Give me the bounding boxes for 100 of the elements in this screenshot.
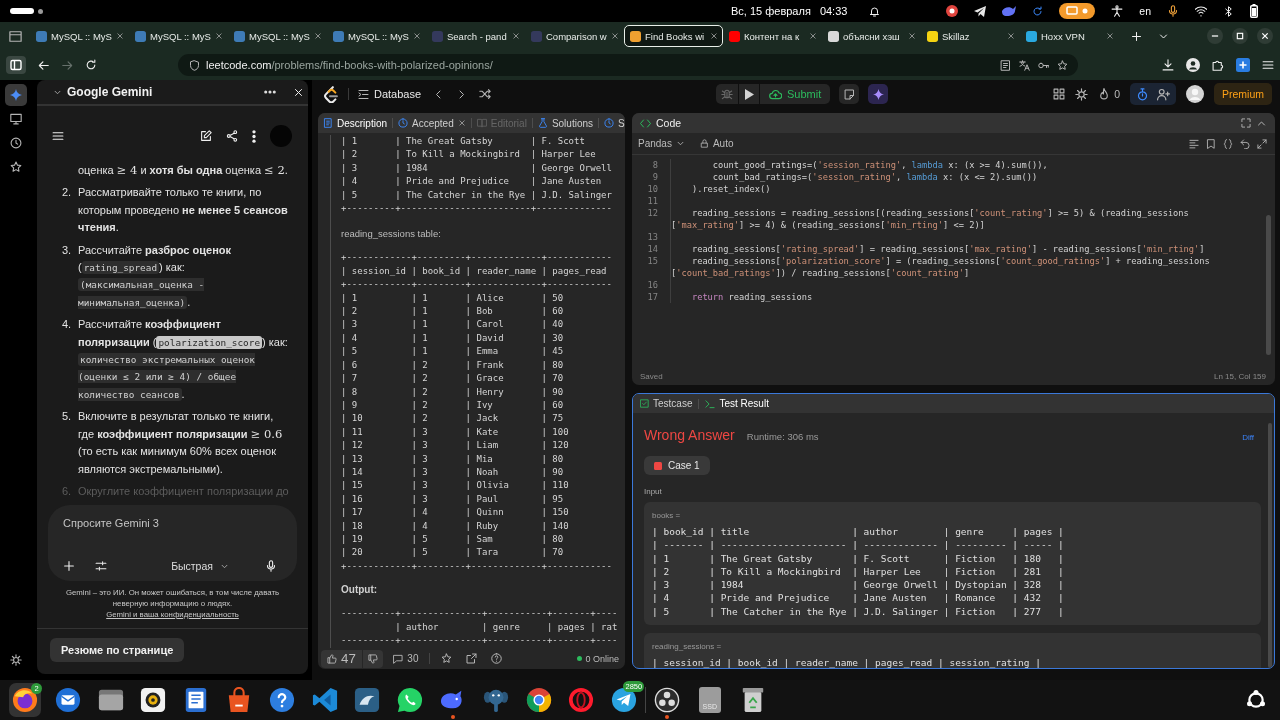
plus-tile-icon[interactable] [1236,58,1250,72]
maximize-button[interactable] [1232,28,1248,44]
browser-tab[interactable]: Hoxx VPN [1020,25,1119,47]
browser-tab[interactable]: Контент на к [723,25,822,47]
menu-icon[interactable] [52,130,64,142]
dislike-button[interactable] [363,649,384,668]
workspace-dot[interactable] [38,8,43,14]
layout-grid-icon[interactable] [1053,88,1066,100]
format-icon[interactable] [1189,138,1199,149]
browser-tab[interactable]: Comparison w [525,25,624,47]
scrollbar-thumb[interactable] [1266,215,1271,355]
menu-icon[interactable] [1262,59,1274,71]
panel-tab[interactable]: Test Result [705,398,769,409]
bluetooth-icon[interactable] [1223,5,1234,17]
puzzle-icon[interactable] [1212,59,1224,71]
panel-tab[interactable]: Solutions [537,117,593,129]
translate-icon[interactable] [1019,59,1030,71]
back-icon[interactable] [37,58,50,72]
sidebar-toggle-button[interactable] [6,56,26,74]
active-workspace-pill[interactable] [10,8,34,14]
timer-icon[interactable] [1136,87,1149,101]
keyboard-language[interactable]: en [1139,5,1151,17]
sliders-icon[interactable] [95,560,107,572]
screen-share-icon[interactable] [1059,3,1096,19]
account-icon[interactable] [1186,58,1200,72]
summarize-page-button[interactable]: Резюме по странице [50,638,185,662]
bell-icon[interactable] [869,5,881,17]
braces-icon[interactable] [1223,138,1233,149]
avatar-icon[interactable] [1186,85,1204,103]
share-icon[interactable] [466,653,478,664]
browser-tab[interactable]: MySQL :: MyS [30,25,129,47]
browser-tab[interactable]: MySQL :: MyS [228,25,327,47]
diff-link[interactable]: Diff [1242,433,1254,442]
new-tab-icon[interactable] [1131,30,1142,42]
wifi-icon[interactable] [1195,5,1207,17]
browser-tab[interactable]: Search - pand [426,25,525,47]
browser-tab[interactable]: MySQL :: MyS [327,25,426,47]
close-button[interactable] [1257,28,1273,44]
sync-icon[interactable] [1032,5,1044,17]
scrollbar-thumb[interactable] [1268,423,1272,668]
case-tab[interactable]: Case 1 [644,456,710,475]
notes-button[interactable] [839,84,860,104]
problem-list-button[interactable]: Database [358,88,422,100]
star-icon[interactable] [441,653,453,664]
panel-tab[interactable]: Description [323,117,388,129]
browser-tab[interactable]: Skillaz [921,25,1020,47]
maximize-icon[interactable] [1241,118,1251,128]
prompt-field[interactable]: Спросите Gemini 3 Быстрая [48,505,297,581]
autosave-mode[interactable]: Auto [712,138,734,149]
sidebar-tab[interactable] [5,84,27,106]
time-text[interactable]: 04:33 [819,5,848,17]
browser-tab[interactable]: объясни хэш [822,25,921,47]
panel-tab[interactable]: Testcase [640,398,693,409]
logo-icon[interactable] [323,85,338,103]
record-icon[interactable] [946,5,959,17]
settings-icon[interactable] [1075,87,1089,101]
star-icon[interactable] [1057,59,1068,71]
more-vertical-icon[interactable] [252,129,256,143]
run-button[interactable] [739,84,759,104]
download-icon[interactable] [1162,59,1174,71]
whale-icon[interactable] [1002,6,1017,16]
panel-tab[interactable]: Accepted [398,117,466,129]
date-text[interactable]: Вс, 15 февраля [731,5,811,17]
plus-icon[interactable] [63,560,75,572]
ai-assist-button[interactable] [868,84,889,104]
help-icon[interactable] [491,653,503,664]
expand-icon[interactable] [1257,138,1267,149]
shield-icon[interactable] [189,59,200,71]
debug-button[interactable] [716,84,738,104]
address-field[interactable]: leetcode.com/problems/find-books-with-polarized-opinions/ [178,54,1078,76]
browser-tab[interactable]: Find Books wi [624,25,723,47]
edit-icon[interactable] [200,130,212,142]
panel-tab[interactable]: S [604,117,625,129]
language-dropdown[interactable]: Pandas [638,138,685,149]
undo-icon[interactable] [1240,138,1250,149]
mode-dropdown[interactable]: Быстрая [171,560,229,572]
accessibility-icon[interactable] [1111,5,1124,17]
ring-with-dots-icon[interactable] [1246,690,1266,710]
browser-tab[interactable]: MySQL :: MyS [129,25,228,47]
tab-list-icon[interactable] [9,29,22,43]
submit-button[interactable]: Submit [760,84,831,104]
minimize-button[interactable] [1207,28,1223,44]
forward-icon[interactable] [61,58,74,72]
reload-icon[interactable] [85,59,97,71]
more-icon[interactable] [264,90,276,94]
microphone-icon[interactable] [1167,5,1179,17]
reader-view-icon[interactable] [1000,59,1011,71]
comments-button[interactable]: 30 [393,653,419,664]
like-button[interactable]: 47 [321,649,362,668]
battery-icon[interactable] [1250,4,1258,18]
shuffle-icon[interactable] [479,88,492,100]
settings-icon[interactable] [10,654,22,666]
premium-button[interactable]: Premium [1214,83,1272,105]
table-text-line: | 10 | 2 | Jack | 75 [341,412,564,426]
bookmark-icon[interactable] [1206,138,1216,149]
panel-title[interactable]: Google Gemini [67,85,153,99]
close-icon[interactable] [293,86,304,98]
paper-plane-icon[interactable] [974,5,987,17]
streak-button[interactable]: 0 [1098,88,1120,100]
add-user-icon[interactable] [1157,87,1170,101]
